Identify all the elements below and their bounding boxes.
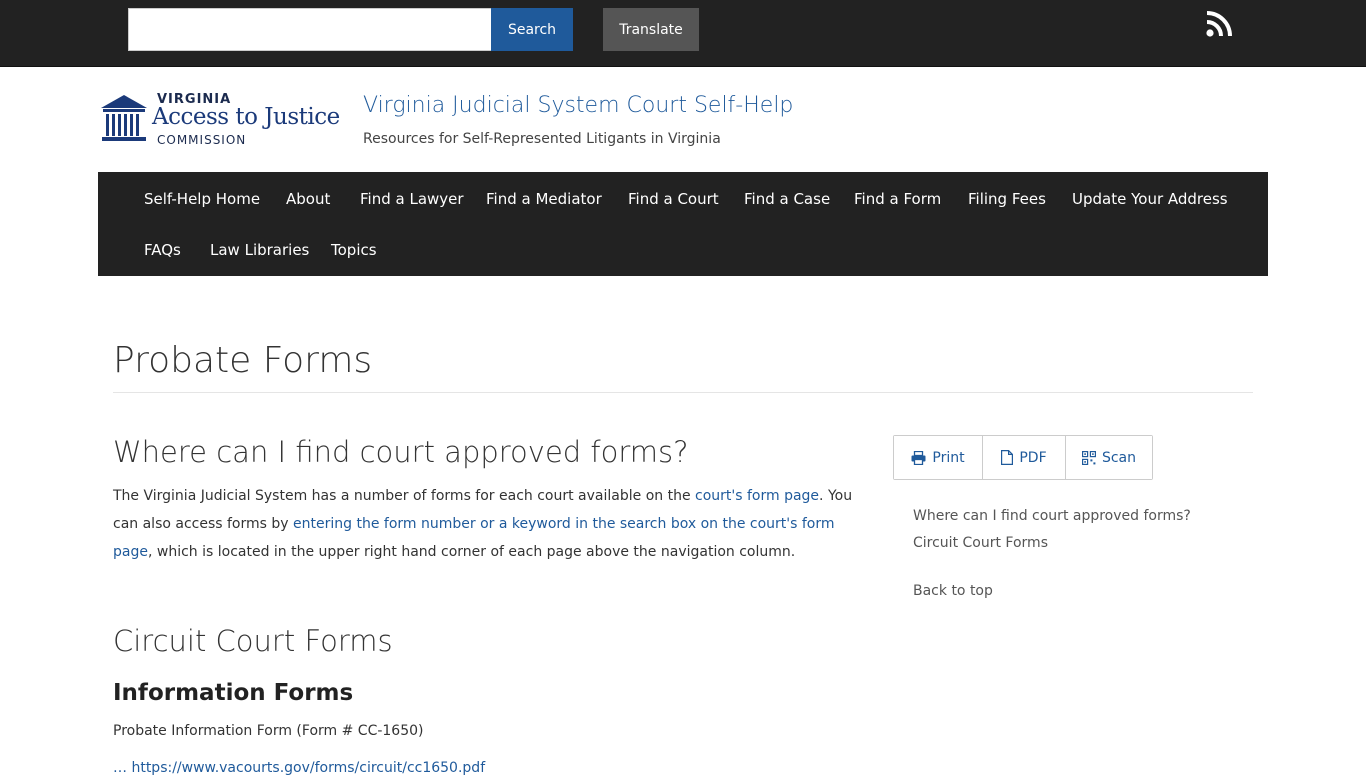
intro-paragraph: The Virginia Judicial System has a numbe…: [113, 482, 853, 566]
toc-link-where[interactable]: Where can I find court approved forms?: [913, 508, 1191, 524]
title-divider: [113, 392, 1253, 393]
nav-update-your-address[interactable]: Update Your Address: [1072, 190, 1228, 208]
print-icon: [911, 450, 926, 465]
qr-code-icon: [1081, 450, 1096, 465]
para-text-3: , which is located in the upper right ha…: [147, 544, 796, 560]
top-bar: Search Translate: [0, 0, 1366, 67]
subsection-heading-info-forms: Information Forms: [113, 680, 354, 706]
section-heading-circuit: Circuit Court Forms: [113, 624, 393, 658]
back-to-top-link[interactable]: Back to top: [913, 583, 993, 599]
nav-find-a-lawyer[interactable]: Find a Lawyer: [360, 190, 464, 208]
form-description: Probate Information Form (Form # CC-1650…: [113, 723, 424, 739]
toc-link-circuit[interactable]: Circuit Court Forms: [913, 535, 1048, 551]
nav-find-a-case[interactable]: Find a Case: [744, 190, 830, 208]
pdf-label: PDF: [1019, 449, 1047, 466]
file-icon: [1001, 450, 1014, 465]
nav-self-help-home[interactable]: Self-Help Home: [144, 190, 260, 208]
tools-button-group: Print PDF Scan: [893, 435, 1153, 480]
scan-label: Scan: [1101, 449, 1137, 466]
main-nav: Self-Help Home About Find a Lawyer Find …: [98, 172, 1268, 276]
nav-topics[interactable]: Topics: [331, 241, 377, 259]
site-logo[interactable]: VIRGINIA Access to Justice COMMISSION: [101, 92, 341, 150]
nav-find-a-court[interactable]: Find a Court: [628, 190, 719, 208]
nav-find-a-form[interactable]: Find a Form: [854, 190, 941, 208]
nav-about[interactable]: About: [286, 190, 330, 208]
section-heading-where: Where can I find court approved forms?: [113, 435, 689, 469]
nav-law-libraries[interactable]: Law Libraries: [210, 241, 309, 259]
nav-faqs[interactable]: FAQs: [144, 241, 181, 259]
translate-button[interactable]: Translate: [603, 8, 699, 51]
court-form-page-link[interactable]: court's form page: [695, 488, 819, 504]
pdf-button[interactable]: PDF: [983, 436, 1066, 479]
logo-line-2: Access to Justice: [152, 104, 340, 130]
form-link[interactable]: … https://www.vacourts.gov/forms/circuit…: [113, 760, 485, 776]
site-title[interactable]: Virginia Judicial System Court Self-Help: [363, 93, 793, 118]
site-slogan: Resources for Self-Represented Litigants…: [363, 131, 721, 147]
para-text-1: The Virginia Judicial System has a numbe…: [113, 488, 696, 504]
logo-line-3: COMMISSION: [157, 133, 247, 147]
nav-filing-fees[interactable]: Filing Fees: [968, 190, 1046, 208]
scan-button[interactable]: Scan: [1066, 436, 1152, 479]
page-title: Probate Forms: [113, 340, 373, 381]
nav-find-a-mediator[interactable]: Find a Mediator: [486, 190, 602, 208]
search-button[interactable]: Search: [491, 8, 573, 51]
print-button[interactable]: Print: [894, 436, 983, 479]
search-input[interactable]: [128, 8, 492, 51]
rss-icon[interactable]: [1205, 10, 1233, 38]
print-label: Print: [932, 449, 965, 466]
courthouse-icon: [101, 95, 147, 141]
